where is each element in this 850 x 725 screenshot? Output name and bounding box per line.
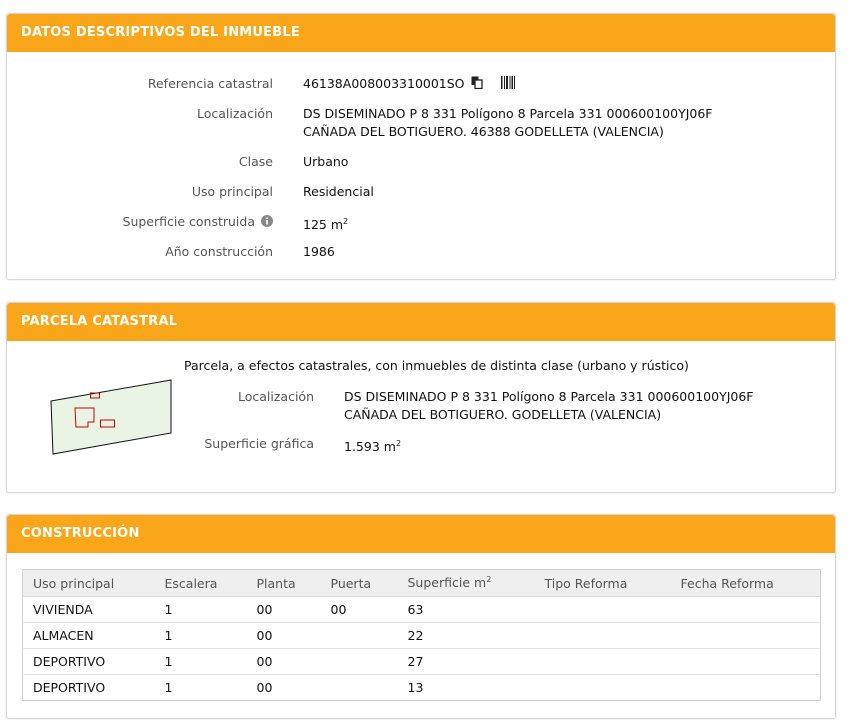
parcela-superficie-exp: 2 [395,439,402,448]
referencia-text: 46138A008003310001SO [303,76,465,91]
localizacion-label: Localización [196,106,273,121]
cell-tipo-reforma [534,648,671,675]
cell-tipo-reforma [534,596,671,623]
parcela-localizacion-line1: DS DISEMINADO P 8 331 Polígono 8 Parcela… [344,389,754,404]
col-superficie: Superficie m2 [397,569,535,597]
cell-escalera: 1 [154,648,247,675]
construccion-header: CONSTRUCCIÓN [7,515,835,553]
localizacion-value: DS DISEMINADO P 8 331 Polígono 8 Parcela… [303,105,713,141]
localizacion-line2: CAÑADA DEL BOTIGUERO. 46388 GODELLETA (V… [303,124,664,139]
barcode-icon[interactable] [500,75,515,94]
cell-planta: 00 [246,648,321,675]
cell-puerta: 00 [320,596,398,623]
col-uso-principal: Uso principal [22,569,155,597]
cell-superficie: 13 [397,674,535,701]
cell-uso: ALMACEN [22,622,155,649]
cell-tipo-reforma [534,674,671,701]
referencia-label: Referencia catastral [147,76,273,91]
cell-superficie: 27 [397,648,535,675]
col-puerta: Puerta [320,569,398,597]
cell-escalera: 1 [154,622,247,649]
construccion-table: Uso principal Escalera Planta Puerta Sup… [22,569,821,701]
col-escalera: Escalera [154,569,247,597]
cell-planta: 00 [246,622,321,649]
cell-uso: DEPORTIVO [22,648,155,675]
superficie-label-text: Superficie construida [122,214,256,229]
parcela-panel: PARCELA CATASTRAL Parcela, a efectos cat… [6,302,836,493]
cell-puerta [320,648,398,675]
cell-puerta [320,622,398,649]
parcela-superficie-text: 1.593 m [344,439,396,455]
cell-puerta [320,674,398,701]
cell-uso: VIVIENDA [22,596,155,623]
superficie-unit-exp: 2 [343,217,349,226]
table-row: ALMACEN 1 00 22 [22,622,821,649]
cell-uso: DEPORTIVO [22,674,155,701]
table-row: VIVIENDA 1 00 00 63 [22,596,821,623]
table-row: DEPORTIVO 1 00 13 [22,674,821,701]
localizacion-line1: DS DISEMINADO P 8 331 Polígono 8 Parcela… [303,106,713,121]
cell-fecha-reforma [670,648,821,675]
anio-value: 1986 [303,244,335,259]
clase-value: Urbano [303,154,349,169]
parcela-localizacion-value: DS DISEMINADO P 8 331 Polígono 8 Parcela… [344,388,754,424]
cell-planta: 00 [246,596,321,623]
parcel-map[interactable] [47,378,177,460]
table-row: DEPORTIVO 1 00 27 [22,648,821,675]
table-header-row: Uso principal Escalera Planta Puerta Sup… [22,569,821,597]
parcela-localizacion-label: Localización [237,389,314,404]
info-icon[interactable] [261,214,273,232]
uso-label: Uso principal [191,184,273,199]
col-superficie-exp: 2 [486,575,492,585]
cell-escalera: 1 [154,596,247,623]
copy-icon[interactable] [471,76,483,94]
construccion-panel: CONSTRUCCIÓN Uso principal Escalera Plan… [6,514,836,719]
clase-label: Clase [238,154,273,169]
cell-escalera: 1 [154,674,247,701]
superficie-value-text: 125 m [303,217,344,233]
parcela-superficie-value: 1.593 m2 [344,435,401,456]
col-tipo-reforma: Tipo Reforma [534,569,671,597]
col-fecha-reforma: Fecha Reforma [670,569,821,597]
cell-fecha-reforma [670,622,821,649]
superficie-label: Superficie construida [7,213,273,232]
referencia-value: 46138A008003310001SO [303,75,515,94]
parcela-localizacion-line2: CAÑADA DEL BOTIGUERO. GODELLETA (VALENCI… [344,407,662,422]
cell-fecha-reforma [670,596,821,623]
cell-superficie: 22 [397,622,535,649]
datos-panel: DATOS DESCRIPTIVOS DEL INMUEBLE Referenc… [6,13,836,280]
anio-label: Año construcción [165,244,273,259]
parcela-description: Parcela, a efectos catastrales, con inmu… [184,358,689,373]
cell-superficie: 63 [397,596,535,623]
cell-fecha-reforma [670,674,821,701]
datos-header: DATOS DESCRIPTIVOS DEL INMUEBLE [7,14,835,52]
uso-value: Residencial [303,184,374,199]
cell-tipo-reforma [534,622,671,649]
superficie-value: 125 m2 [303,213,348,234]
col-planta: Planta [246,569,321,597]
parcel-shape [50,379,172,455]
parcela-superficie-label: Superficie gráfica [204,436,314,451]
parcela-header: PARCELA CATASTRAL [7,303,835,341]
col-superficie-text: Superficie m [407,575,487,591]
cell-planta: 00 [246,674,321,701]
